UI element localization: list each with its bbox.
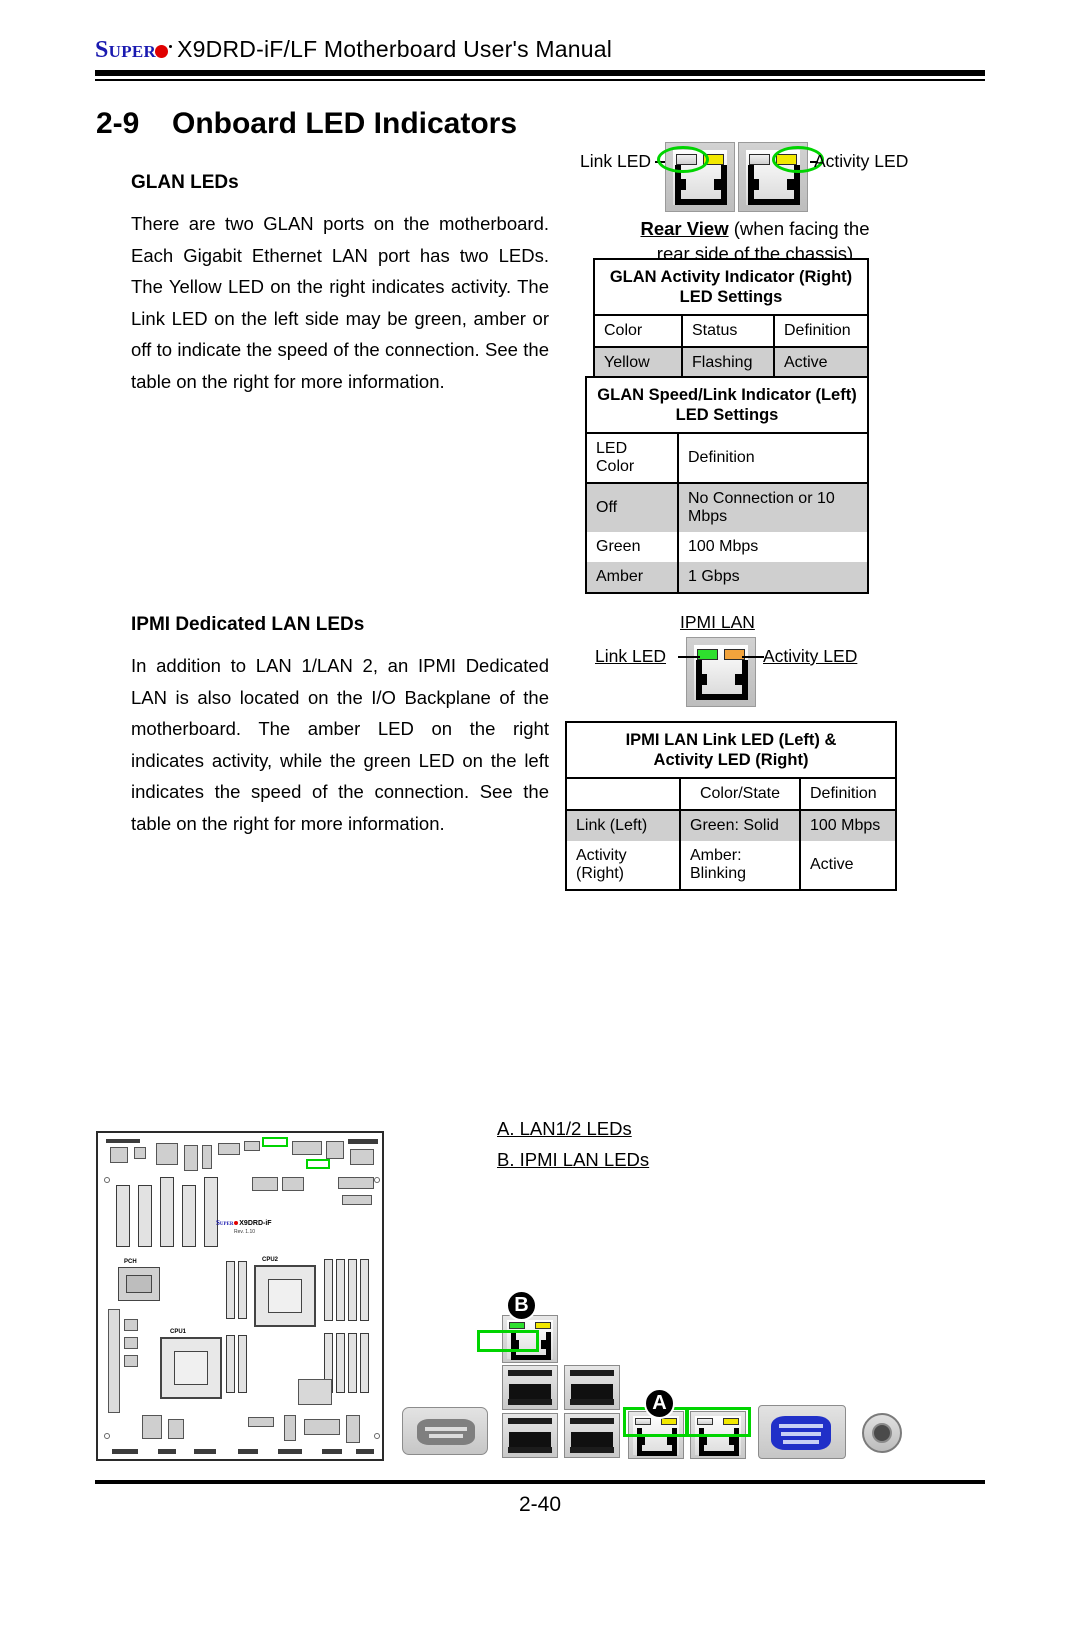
glan2-link-led	[749, 154, 770, 165]
ipmi-port-icon	[686, 637, 756, 707]
io-usb-port-2	[564, 1365, 620, 1410]
io-ipmi-link-led	[509, 1322, 525, 1329]
table-row: Link (Left) Green: Solid 100 Mbps	[566, 810, 896, 841]
io-usb-port-3	[502, 1413, 558, 1458]
ipmi-text-block: IPMI Dedicated LAN LEDs In addition to L…	[131, 614, 549, 839]
ipmi-body: In addition to LAN 1/LAN 2, an IPMI Dedi…	[131, 655, 549, 834]
motherboard-diagram: Super X9DRD-iF Rev. 1.10 PCH CPU2 CPU1	[96, 1131, 384, 1461]
glan-port-1-icon	[665, 142, 735, 212]
table-header-row: Color/State Definition	[566, 778, 896, 811]
mobo-cpu1-label: CPU1	[170, 1329, 187, 1335]
glan-heading: GLAN LEDs	[131, 172, 239, 193]
ipmi-link-led	[697, 649, 718, 660]
rear-view-bold: Rear View	[640, 218, 729, 239]
manual-title: X9DRD-iF/LF Motherboard User's Manual	[177, 36, 613, 62]
section-title: 2-9 Onboard LED Indicators	[96, 107, 517, 141]
glan-activity-table: GLAN Activity Indicator (Right) LED Setti…	[593, 258, 869, 380]
ipmi-heading: IPMI Dedicated LAN LEDs	[131, 614, 365, 635]
supermicro-logo-text: Super	[95, 37, 157, 63]
brand-line: Super X9DRD-iF/LF Motherboard User's Manu…	[95, 36, 985, 64]
table-row: Amber 1 Gbps	[586, 562, 868, 593]
ipmi-lan-port-label: IPMI LAN	[680, 612, 755, 632]
callout-legend: A. LAN1/2 LEDs B. IPMI LAN LEDs	[497, 1113, 649, 1175]
rear-view-rest: (when facing the	[728, 218, 870, 239]
io-com-port	[402, 1407, 488, 1455]
ipmi-activity-led	[724, 649, 745, 660]
page-header: Super X9DRD-iF/LF Motherboard User's Manu…	[95, 36, 985, 64]
glan-body: There are two GLAN ports on the motherbo…	[131, 213, 549, 392]
io-ipmi-activity-led	[535, 1322, 551, 1329]
mobo-logo-rev: Rev. 1.10	[234, 1229, 256, 1235]
io-usb-port-1	[502, 1365, 558, 1410]
table-header-row: LED Color Definition	[586, 433, 868, 484]
io-ps2-port	[862, 1413, 902, 1453]
callout-b: B	[506, 1290, 537, 1321]
glan1-activity-led	[703, 154, 724, 165]
io-vga-port	[758, 1405, 846, 1459]
trademark-dot-icon	[169, 45, 173, 48]
glan-activity-table-title: GLAN Activity Indicator (Right) LED Setti…	[594, 259, 868, 316]
glan2-activity-led	[776, 154, 797, 165]
header-rule-thick	[95, 70, 985, 76]
footer-rule	[95, 1480, 985, 1484]
callout-a: A	[644, 1388, 675, 1419]
mobo-logo-model: X9DRD-iF	[239, 1220, 272, 1227]
glan-speed-table: GLAN Speed/Link Indicator (Left) LED Sett…	[585, 376, 869, 594]
table-row: Off No Connection or 10 Mbps	[586, 483, 868, 532]
legend-item-a: A. LAN1/2 LEDs	[497, 1118, 632, 1139]
glan-link-led-label: Link LED	[580, 151, 652, 171]
glan-port-2-icon	[738, 142, 808, 212]
ipmi-activity-leader	[742, 656, 764, 658]
glan-text-block: GLAN LEDs There are two GLAN ports on th…	[131, 172, 549, 397]
section-number: 2-9	[96, 107, 140, 140]
header-rule-thin	[95, 79, 985, 81]
ipmi-table-title: IPMI LAN Link LED (Left) & Activity LED (…	[566, 722, 896, 779]
table-row: Yellow Flashing Active	[594, 347, 868, 379]
section-title-text: Onboard LED Indicators	[172, 107, 518, 140]
rear-io-panel: B A	[390, 1285, 950, 1465]
legend-item-b: B. IPMI LAN LEDs	[497, 1149, 650, 1170]
mobo-cpu2-label: CPU2	[262, 1257, 279, 1263]
lan2-led-highlight-box	[685, 1407, 751, 1437]
red-dot-icon	[155, 45, 169, 58]
ipmi-led-highlight-box	[477, 1330, 539, 1352]
ipmi-activity-led-label: Activity LED	[763, 646, 858, 666]
glan-diagram: Link LED Activity LED Rear View (when fa…	[560, 142, 980, 264]
table-header-row: Color Status Definition	[594, 315, 868, 348]
glan-activity-led-label: Activity LED	[814, 151, 909, 171]
ipmi-link-led-label: Link LED	[595, 646, 667, 666]
glan1-link-led	[676, 154, 697, 165]
page-number: 2-40	[518, 1493, 562, 1516]
table-row: Activity (Right) Amber: Blinking Active	[566, 841, 896, 890]
ipmi-lan-table: IPMI LAN Link LED (Left) & Activity LED (…	[565, 721, 897, 891]
io-usb-port-4	[564, 1413, 620, 1458]
ipmi-link-leader	[678, 656, 700, 658]
glan-speed-table-title: GLAN Speed/Link Indicator (Left) LED Sett…	[586, 377, 868, 434]
mobo-pch-label: PCH	[124, 1259, 137, 1265]
table-row: Green 100 Mbps	[586, 532, 868, 562]
mobo-logo-super: Super	[216, 1219, 234, 1227]
